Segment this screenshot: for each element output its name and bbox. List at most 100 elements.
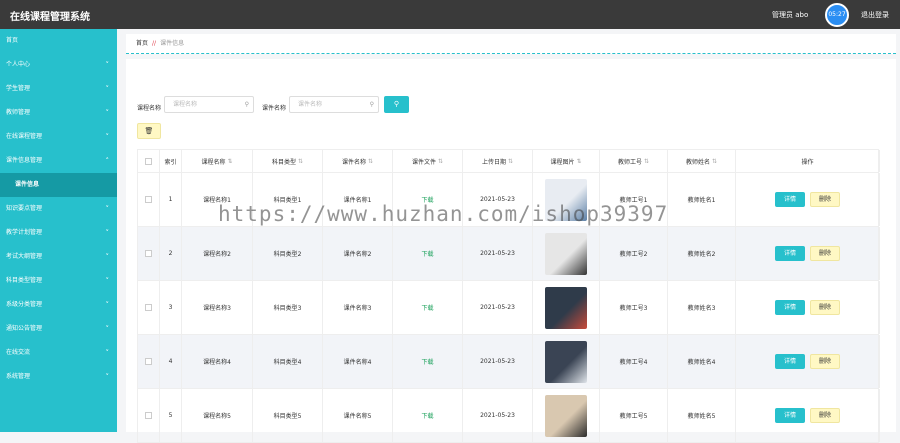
- cell-teacher-id: 教师工号4: [619, 359, 648, 366]
- chevron-down-icon: ˅: [105, 325, 110, 333]
- sidebar-item[interactable]: 课件信息管理 ˄: [0, 149, 117, 173]
- sidebar-item[interactable]: 在线交流 ˅: [0, 341, 117, 365]
- column-header[interactable]: 课件文件 ⇅: [393, 150, 463, 172]
- sort-icon[interactable]: ⇅: [227, 158, 232, 165]
- breadcrumb-home[interactable]: 首页: [136, 40, 148, 47]
- sort-icon[interactable]: ⇅: [712, 158, 717, 165]
- download-link[interactable]: 下载: [421, 303, 433, 312]
- cell-index: 3: [168, 304, 173, 311]
- delete-button[interactable]: 删除: [810, 246, 840, 261]
- sort-icon[interactable]: ⇅: [298, 158, 303, 165]
- table-cell: 详情 删除: [736, 389, 880, 442]
- sidebar-item-label: 个人中心: [6, 61, 31, 68]
- delete-button[interactable]: 删除: [810, 300, 840, 315]
- column-header-label: 教师姓名: [685, 158, 710, 166]
- table-cell: [533, 281, 600, 334]
- table-cell: 科目类型3: [253, 281, 323, 334]
- sidebar-item[interactable]: 系统管理 ˅: [0, 365, 117, 389]
- column-header[interactable]: 索引: [160, 150, 182, 172]
- column-header[interactable]: 教师工号 ⇅: [600, 150, 668, 172]
- download-link[interactable]: 下载: [421, 249, 433, 258]
- sidebar-item[interactable]: 教师管理 ˅: [0, 101, 117, 125]
- table-cell: 2021-05-23: [463, 227, 533, 280]
- cell-teacher-name: 教师姓名4: [687, 359, 716, 366]
- row-checkbox[interactable]: [145, 304, 152, 311]
- sort-icon[interactable]: ⇅: [368, 158, 373, 165]
- column-header-label: 课件名称: [341, 158, 366, 166]
- cell-teacher-name: 教师姓名5: [687, 413, 716, 420]
- avatar[interactable]: 05:27: [825, 3, 849, 27]
- row-checkbox[interactable]: [145, 358, 152, 365]
- sidebar-item[interactable]: 教学计划管理 ˅: [0, 221, 117, 245]
- search-button[interactable]: ⚲: [384, 96, 409, 113]
- detail-button[interactable]: 详情: [775, 300, 805, 315]
- column-header[interactable]: 课件名称 ⇅: [323, 150, 393, 172]
- sidebar-item[interactable]: 知识要点管理 ˅: [0, 197, 117, 221]
- table-cell: 课件名称2: [323, 227, 393, 280]
- cell-teacher-name: 教师姓名3: [687, 305, 716, 312]
- sidebar-item[interactable]: 考试大纲管理 ˅: [0, 245, 117, 269]
- detail-button-label: 详情: [783, 196, 796, 203]
- breadcrumb-current: 课件信息: [160, 40, 185, 47]
- sidebar-item[interactable]: 个人中心 ˅: [0, 53, 117, 77]
- sidebar-item[interactable]: 学生管理 ˅: [0, 77, 117, 101]
- table-cell: [138, 281, 160, 334]
- detail-button[interactable]: 详情: [775, 408, 805, 423]
- detail-button[interactable]: 详情: [775, 192, 805, 207]
- select-all-checkbox[interactable]: [145, 157, 152, 165]
- sidebar-item-label: 在线课程管理: [6, 133, 43, 140]
- column-header[interactable]: 科目类型 ⇅: [253, 150, 323, 172]
- detail-button[interactable]: 详情: [775, 354, 805, 369]
- table-cell: [533, 389, 600, 442]
- sidebar-item-label: 科目类型管理: [6, 277, 43, 284]
- row-checkbox[interactable]: [145, 250, 152, 257]
- delete-button[interactable]: 删除: [810, 354, 840, 369]
- course-name-placeholder: 课程名称: [173, 101, 198, 108]
- column-header-label: 操作: [801, 158, 814, 166]
- cell-file-name: 课件名称5: [343, 413, 372, 420]
- chevron-down-icon: ˅: [105, 205, 110, 213]
- sidebar-item[interactable]: 在线课程管理 ˅: [0, 125, 117, 149]
- sidebar-item-label: 通知公告管理: [6, 325, 43, 332]
- table-cell: 2021-05-23: [463, 281, 533, 334]
- file-name-input[interactable]: 课件名称 ⚲: [289, 96, 379, 113]
- batch-delete-button[interactable]: 🗑: [137, 123, 161, 139]
- sort-icon[interactable]: ⇅: [508, 158, 513, 165]
- detail-button[interactable]: 详情: [775, 246, 805, 261]
- table-row: 2 课程名称2 科目类型2 课件名称2 下载 2021-05-23 教师工号2 教师姓名2 详情…: [137, 227, 880, 281]
- column-header[interactable]: 课程名称 ⇅: [182, 150, 253, 172]
- sidebar-item-label: 教学计划管理: [6, 229, 43, 236]
- table-row: 3 课程名称3 科目类型3 课件名称3 下载 2021-05-23 教师工号3 教师姓名3 详情…: [137, 281, 880, 335]
- sort-icon[interactable]: ⇅: [438, 158, 443, 165]
- sidebar-item[interactable]: 科目类型管理 ˅: [0, 269, 117, 293]
- breadcrumb: 首页 //课件信息: [126, 34, 896, 54]
- column-header-label: 课程图片: [550, 158, 575, 166]
- column-header[interactable]: 上传日期 ⇅: [463, 150, 533, 172]
- column-header-label: 科目类型: [271, 158, 296, 166]
- cell-teacher-id: 教师工号3: [619, 305, 648, 312]
- sidebar-subitem[interactable]: 课件信息: [0, 173, 117, 197]
- table-cell: [533, 227, 600, 280]
- sort-icon[interactable]: ⇅: [576, 158, 581, 165]
- sidebar: 首页 个人中心 ˅ 学生管理 ˅ 教师管理 ˅ 在线课程管理 ˅ 课件信息管理 ˄ 课件信息 知识要点管…: [0, 29, 117, 432]
- column-header[interactable]: 操作: [736, 150, 880, 172]
- sidebar-item-label: 教师管理: [6, 109, 31, 116]
- column-header[interactable]: 教师姓名 ⇅: [668, 150, 736, 172]
- sidebar-item[interactable]: 首页: [0, 29, 117, 53]
- sidebar-item[interactable]: 通知公告管理 ˅: [0, 317, 117, 341]
- sort-icon[interactable]: ⇅: [644, 158, 649, 165]
- logout-link[interactable]: 退出登录: [861, 10, 889, 20]
- table-cell: 课程名称3: [182, 281, 253, 334]
- course-name-input[interactable]: 课程名称 ⚲: [164, 96, 254, 113]
- row-checkbox[interactable]: [145, 196, 152, 203]
- sidebar-item[interactable]: 系级分类管理 ˅: [0, 293, 117, 317]
- download-link[interactable]: 下载: [421, 411, 433, 420]
- table-cell: [138, 389, 160, 442]
- select-all-cell[interactable]: [138, 150, 160, 172]
- row-checkbox[interactable]: [145, 412, 152, 419]
- delete-button[interactable]: 删除: [810, 192, 840, 207]
- table-cell: 详情 删除: [736, 227, 880, 280]
- download-link[interactable]: 下载: [421, 357, 433, 366]
- delete-button[interactable]: 删除: [810, 408, 840, 423]
- column-header[interactable]: 课程图片 ⇅: [533, 150, 600, 172]
